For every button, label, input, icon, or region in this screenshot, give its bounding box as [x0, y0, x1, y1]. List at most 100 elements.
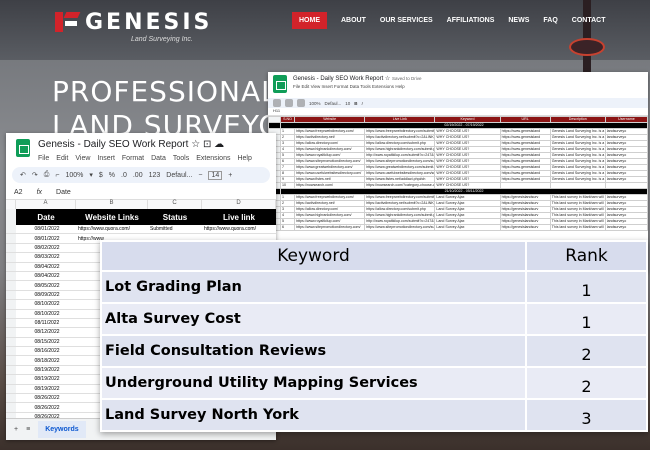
- font-size-input[interactable]: 10: [345, 101, 350, 106]
- font-size-input[interactable]: 14: [208, 170, 223, 180]
- table-cell[interactable]: 08/19/2022: [16, 386, 76, 392]
- table-cell[interactable]: 08/04/2022: [16, 273, 76, 279]
- table-cell[interactable]: 08/05/2022: [16, 283, 76, 289]
- add-sheet-icon[interactable]: +: [14, 426, 18, 433]
- table-cell[interactable]: https://www.usefulwebsitesdirectory.com/: [294, 170, 366, 177]
- menu-file[interactable]: File: [38, 155, 49, 162]
- formula-bar[interactable]: H11: [268, 108, 648, 116]
- nav-news[interactable]: NEWS: [508, 17, 529, 24]
- table-cell[interactable]: 08/26/2022: [16, 405, 76, 411]
- doc-title[interactable]: Genesis - Daily SEO Work Report: [293, 76, 383, 82]
- menu-file[interactable]: File: [293, 84, 300, 89]
- table-cell[interactable]: http://www.royaltkilup.com/submit?c=247&…: [364, 152, 436, 159]
- col-d-letter[interactable]: D: [202, 200, 276, 209]
- menu-tools[interactable]: Tools: [173, 155, 189, 162]
- font-decrease-icon[interactable]: −: [198, 172, 202, 179]
- table-cell[interactable]: 08/02/2022: [16, 245, 76, 251]
- table-cell[interactable]: https://www.siteprromotiondirectory.com/…: [364, 158, 436, 165]
- table-cell[interactable]: https://www.quora.com/: [76, 226, 148, 232]
- menu-insert[interactable]: Insert: [97, 155, 115, 162]
- table-cell[interactable]: 08/18/2022: [16, 358, 76, 364]
- table-cell[interactable]: Genesis Land Surveying Inc. is a: [549, 128, 606, 135]
- cloud-icon[interactable]: ☁: [214, 139, 224, 150]
- redo-icon[interactable]: ↷: [32, 171, 38, 179]
- table-cell[interactable]: landsurveyo: [604, 224, 648, 231]
- menu-format[interactable]: Format: [122, 155, 144, 162]
- table-cell[interactable]: 08/04/2022: [16, 264, 76, 270]
- table-cell[interactable]: https://www.highrankdirectory.com/submit…: [364, 146, 436, 153]
- menu-extensions[interactable]: Extensions: [196, 155, 230, 162]
- menu-help[interactable]: Help: [395, 84, 404, 89]
- table-cell[interactable]: 08/16/2022: [16, 348, 76, 354]
- table-cell[interactable]: https://www.highrankdirectory.com/submit…: [364, 212, 436, 219]
- currency-icon[interactable]: $: [99, 172, 103, 179]
- menu-data[interactable]: Data: [151, 155, 166, 162]
- zoom-select[interactable]: 100%: [65, 172, 83, 179]
- table-cell[interactable]: https://www.freeprwebdirectory.com/submi…: [364, 194, 436, 201]
- table-cell[interactable]: 08/09/2022: [16, 292, 76, 298]
- table-cell[interactable]: 08/26/2022: [16, 395, 76, 401]
- col-a-letter[interactable]: A: [16, 200, 76, 209]
- table-cell[interactable]: 08/10/2022: [16, 311, 76, 317]
- table-cell[interactable]: https://www.quora.com/: [202, 226, 276, 232]
- menu-extensions[interactable]: Extensions: [372, 84, 394, 89]
- table-cell[interactable]: Genesis Land Surveying Inc. is a: [549, 134, 606, 141]
- table-cell[interactable]: This land survey in Markham will: [549, 206, 606, 213]
- undo-icon[interactable]: [273, 99, 281, 107]
- redo-icon[interactable]: [285, 99, 293, 107]
- number-format-icon[interactable]: 123: [149, 172, 161, 179]
- bold-icon[interactable]: B: [354, 101, 357, 106]
- table-cell[interactable]: This land survey in Markham will: [549, 224, 606, 231]
- zoom-select[interactable]: 100%: [309, 101, 321, 106]
- table-cell[interactable]: 08/12/2022: [16, 329, 76, 335]
- font-select[interactable]: Defaul...: [325, 101, 342, 106]
- doc-title[interactable]: Genesis - Daily SEO Work Report: [38, 139, 188, 150]
- formula-input[interactable]: Date: [56, 189, 71, 196]
- table-cell[interactable]: Genesis Land Surveying Inc. is a: [549, 164, 606, 171]
- table-cell[interactable]: Genesis Land Surveying Inc. is a: [549, 170, 606, 177]
- table-cell[interactable]: https://www.usefulwebsitesdirectory.com/…: [364, 170, 436, 177]
- table-cell[interactable]: Land Survey Ajax: [434, 224, 501, 231]
- font-select[interactable]: Defaul...: [166, 172, 192, 179]
- table-cell[interactable]: Genesis Land Surveying Inc. is a: [549, 158, 606, 165]
- cell-ref[interactable]: A2: [14, 189, 23, 196]
- table-cell[interactable]: https://activdirectory.net/submit?c=2&LI…: [364, 134, 436, 141]
- table-cell[interactable]: This land survey in Markham will: [549, 194, 606, 201]
- table-cell[interactable]: 08/15/2022: [16, 339, 76, 345]
- menu-edit[interactable]: Edit: [56, 155, 68, 162]
- table-cell[interactable]: Genesis Land Surveying Inc. is a: [549, 140, 606, 147]
- table-cell[interactable]: 08/19/2022: [16, 367, 76, 373]
- decimal-decrease-icon[interactable]: .0: [121, 172, 127, 179]
- percent-icon[interactable]: %: [109, 172, 115, 179]
- table-cell[interactable]: https://allow.directory.com/submit.php: [364, 140, 436, 147]
- nav-services[interactable]: OUR SERVICES: [380, 17, 433, 24]
- paint-format-icon[interactable]: ⌐: [55, 172, 59, 179]
- table-cell[interactable]: 08/19/2022: [16, 376, 76, 382]
- col-c-letter[interactable]: C: [148, 200, 202, 209]
- table-cell[interactable]: https://www.freeprwebdirectory.com/submi…: [364, 128, 436, 135]
- table-cell[interactable]: 08/10/2022: [16, 301, 76, 307]
- menu-edit[interactable]: Edit: [302, 84, 310, 89]
- menu-view[interactable]: View: [75, 155, 90, 162]
- table-cell[interactable]: Genesis Land Surveying Inc. is a: [549, 146, 606, 153]
- table-cell[interactable]: https://www.siteprromotiondirectory.com/: [294, 158, 366, 165]
- star-icon[interactable]: ☆: [385, 76, 390, 82]
- table-cell[interactable]: 08/01/2022: [16, 226, 76, 232]
- menu-tools[interactable]: Tools: [360, 84, 371, 89]
- menu-help[interactable]: Help: [237, 155, 251, 162]
- decimal-increase-icon[interactable]: .00: [133, 172, 143, 179]
- table-cell[interactable]: https://genesislandsurv: [499, 224, 551, 231]
- all-sheets-icon[interactable]: ≡: [26, 426, 30, 433]
- table-cell[interactable]: https://www.siteprromotiondirectory.com/…: [364, 224, 436, 231]
- table-cell[interactable]: https://allow.directory.com/submit.php: [364, 206, 436, 213]
- table-cell[interactable]: This land survey in Markham will: [549, 218, 606, 225]
- italic-icon[interactable]: I: [362, 101, 363, 106]
- nav-affiliations[interactable]: AFFILIATIONS: [447, 17, 495, 24]
- genesis-logo[interactable]: GENESIS Land Surveying Inc.: [55, 8, 212, 43]
- nav-contact[interactable]: CONTACT: [572, 17, 606, 24]
- print-icon[interactable]: ⎙: [44, 171, 50, 179]
- print-icon[interactable]: [297, 99, 305, 107]
- undo-icon[interactable]: ↶: [20, 171, 26, 179]
- table-cell[interactable]: Genesis Land Surveying Inc. is a: [549, 152, 606, 159]
- nav-home[interactable]: HOME: [292, 12, 327, 29]
